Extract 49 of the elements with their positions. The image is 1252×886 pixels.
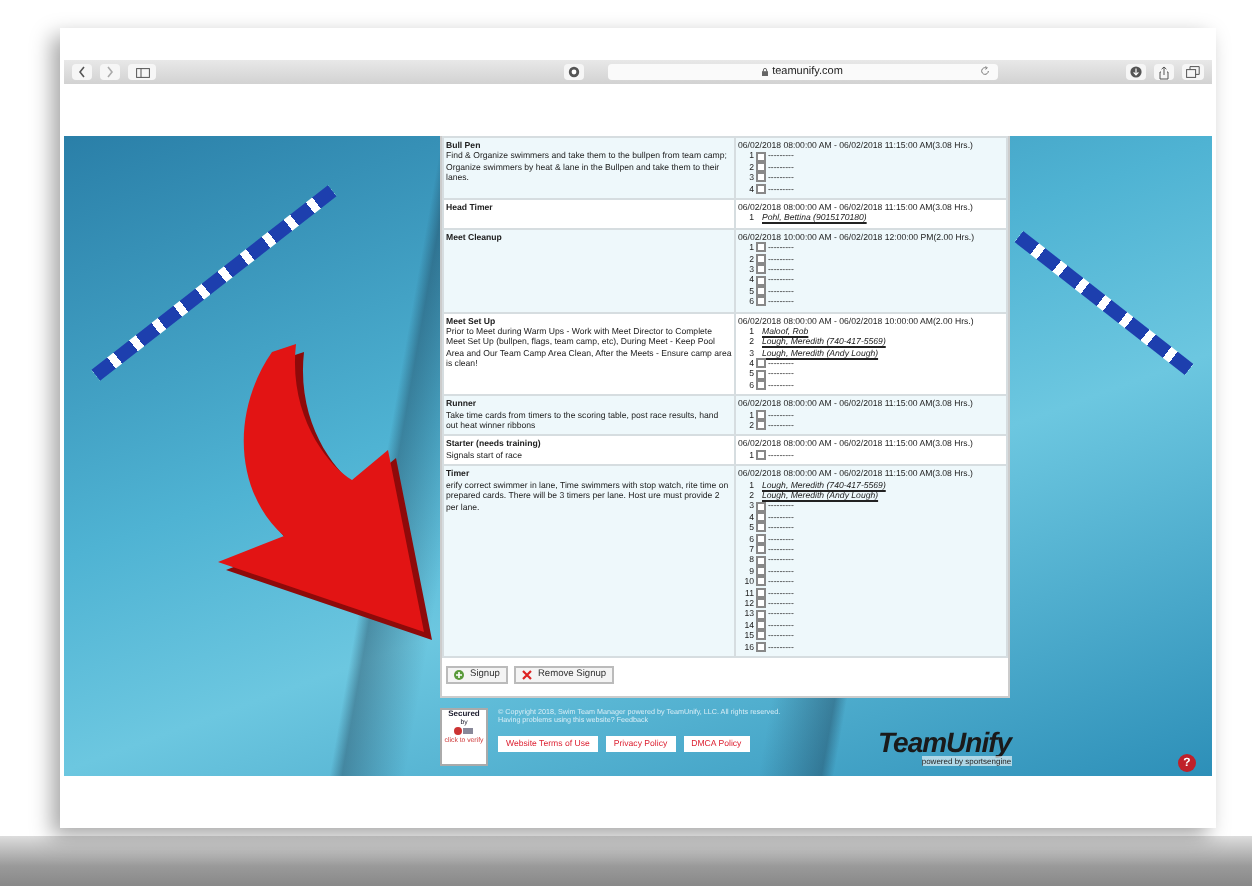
slot-checkbox[interactable] [756,450,766,461]
plus-circle-icon [454,669,464,680]
slot-checkbox[interactable] [756,369,766,380]
slot-checkbox[interactable] [756,253,766,264]
lock-icon [762,68,769,76]
slot-checkbox[interactable] [756,598,766,609]
slot-checkbox[interactable] [756,358,766,369]
download-icon [1130,66,1142,78]
privacy-button[interactable] [563,64,583,80]
slot-checkbox[interactable] [756,533,766,544]
slot-checkbox[interactable] [756,242,766,253]
tabs-icon [1186,66,1200,78]
slot-checkbox[interactable] [756,566,766,577]
sidebar-button[interactable] [128,64,156,80]
sidebar-icon [135,67,149,77]
slot-checkbox[interactable] [756,161,766,172]
slot-checkbox[interactable] [756,501,766,512]
slot-checkbox[interactable] [756,380,766,391]
slot-checkbox[interactable] [756,151,766,162]
reload-icon[interactable] [980,66,990,76]
share-icon [1158,65,1170,79]
back-button[interactable] [72,64,92,80]
slot-checkbox[interactable] [756,172,766,183]
slot-checkbox[interactable] [756,512,766,523]
slot-checkbox[interactable] [756,420,766,431]
slot-checkbox[interactable] [756,619,766,630]
forward-icon [106,66,114,78]
slot-checkbox[interactable] [756,576,766,587]
slot-checkbox[interactable] [756,555,766,566]
privacy-icon [567,66,579,78]
slot-checkbox[interactable] [756,587,766,598]
slot-checkbox[interactable] [756,630,766,641]
slot-checkbox[interactable] [756,609,766,620]
logo-text: TeamUnify [878,727,1012,756]
slot-checkbox[interactable] [756,409,766,420]
close-icon [521,669,532,680]
slot-checkbox[interactable] [756,275,766,286]
share-button[interactable] [1154,64,1174,80]
slot-checkbox[interactable] [756,641,766,652]
slot-checkbox[interactable] [756,296,766,307]
download-button[interactable] [1126,64,1146,80]
slot-checkbox[interactable] [756,264,766,275]
slot-checkbox[interactable] [756,183,766,194]
slot-checkbox[interactable] [756,544,766,555]
forward-button[interactable] [100,64,120,80]
tabs-button[interactable] [1182,64,1204,80]
back-icon [78,66,86,78]
slot-checkbox[interactable] [756,285,766,296]
slot-checkbox[interactable] [756,522,766,533]
